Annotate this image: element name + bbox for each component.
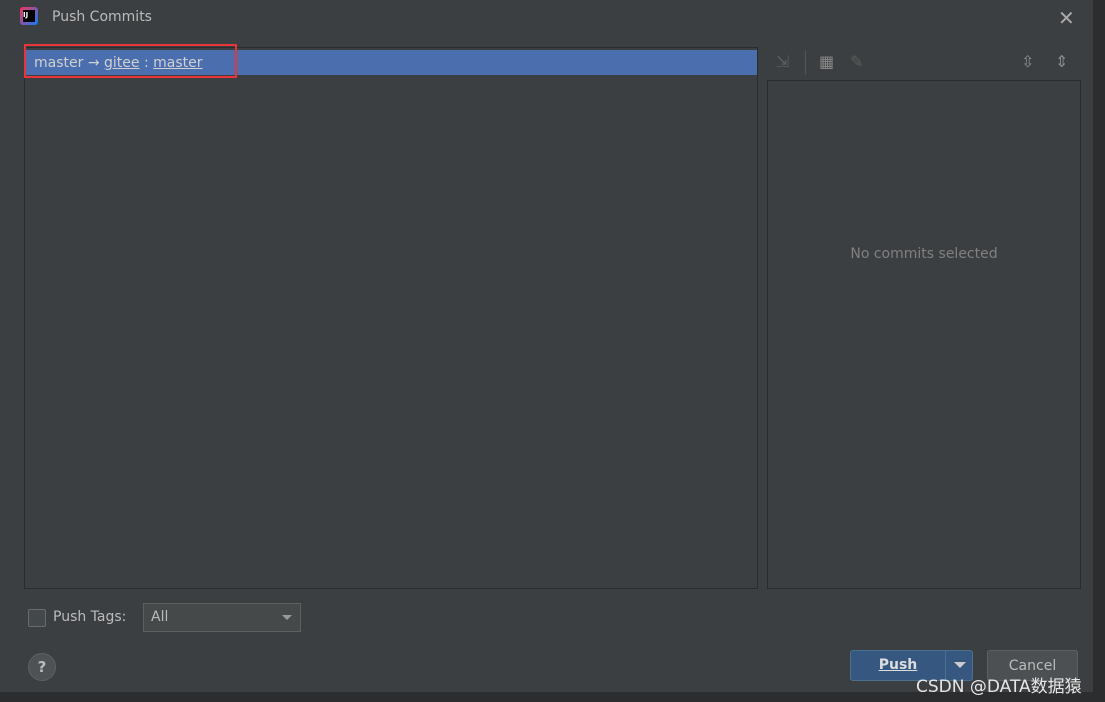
edit-icon[interactable]: ✎: [850, 52, 863, 71]
push-tags-label: Push Tags:: [53, 609, 127, 625]
chevron-down-icon: [282, 615, 292, 620]
tags-select-value: All: [151, 609, 169, 625]
intellij-logo-icon: IJ: [20, 7, 38, 25]
close-icon[interactable]: ✕: [1058, 6, 1075, 30]
collapse-all-icon[interactable]: ⇕: [1055, 52, 1068, 71]
push-commits-dialog: IJ Push Commits ✕ master → gitee : maste…: [0, 0, 1093, 692]
repositories-tree: master → gitee : master: [24, 44, 758, 589]
group-icon[interactable]: ▦: [819, 52, 834, 71]
commit-details-panel: No commits selected: [767, 80, 1081, 589]
help-button[interactable]: ?: [28, 653, 56, 681]
collapse-icon[interactable]: ⇲: [776, 52, 789, 71]
toolbar-divider: [805, 51, 806, 75]
watermark: CSDN @DATA数据猿: [916, 677, 1082, 697]
push-label: Push: [878, 657, 918, 673]
highlight-box: [24, 44, 237, 78]
dialog-title: Push Commits: [52, 9, 152, 25]
push-tags-checkbox[interactable]: [28, 609, 46, 627]
chevron-down-icon: [954, 662, 966, 668]
empty-text: No commits selected: [850, 246, 998, 262]
tags-select[interactable]: All: [143, 603, 301, 632]
expand-all-icon[interactable]: ⇳: [1021, 52, 1034, 71]
